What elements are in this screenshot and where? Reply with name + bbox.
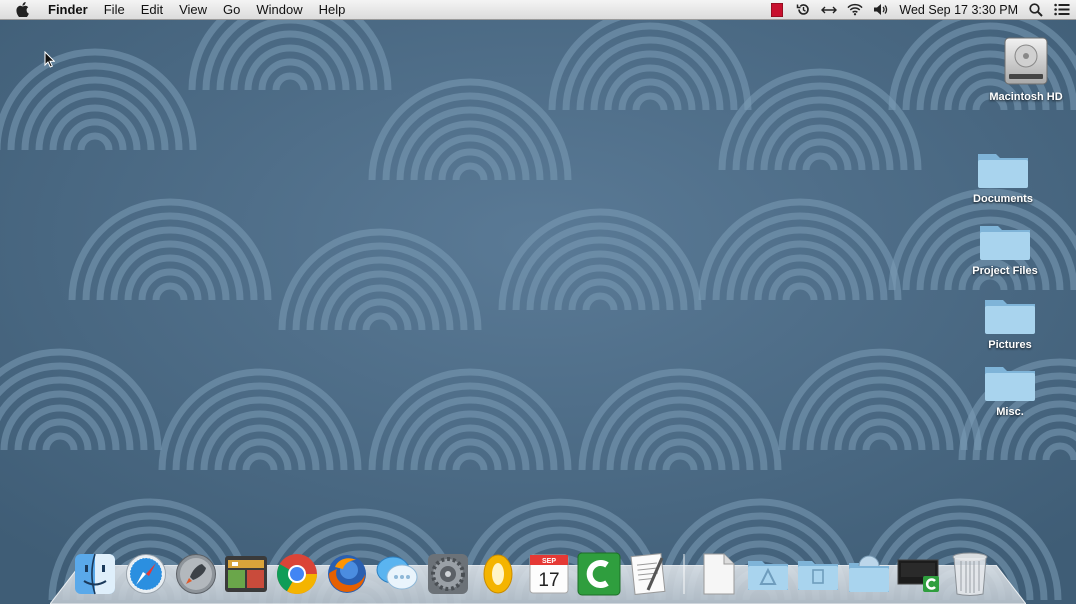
dock-finder-icon[interactable] (73, 550, 117, 598)
dock-launchpad-icon[interactable] (174, 550, 218, 598)
desktop-icon-label: Documents (973, 193, 1033, 205)
wifi-icon[interactable] (847, 2, 864, 18)
notification-center-icon[interactable] (1054, 2, 1070, 18)
folder-icon (978, 154, 1028, 188)
calendar-day-label: 17 (538, 570, 559, 591)
desktop-icon-label: Pictures (988, 339, 1032, 351)
desktop-icon-project-files[interactable]: Project Files (959, 218, 1051, 277)
mouse-pointer-icon (44, 51, 55, 68)
dock-trash-icon[interactable] (948, 550, 992, 598)
dock-documents-folder-icon[interactable] (796, 550, 840, 598)
recording-indicator-icon[interactable] (769, 2, 785, 18)
dock-camtasia-recorder-icon[interactable] (897, 550, 941, 598)
time-machine-icon[interactable] (795, 2, 811, 18)
dock-photo-booth-icon[interactable] (224, 550, 268, 598)
menu-file[interactable]: File (96, 0, 133, 19)
dock-firefox-icon[interactable] (325, 550, 369, 598)
calendar-month-label: SEP (542, 558, 556, 565)
volume-icon[interactable] (873, 2, 889, 18)
apple-menu-icon[interactable] (12, 0, 32, 19)
desktop-icon-label: Project Files (972, 265, 1038, 277)
menubar-clock[interactable]: Wed Sep 17 3:30 PM (899, 3, 1018, 17)
dock-downloads-folder-icon[interactable] (847, 550, 891, 598)
folder-icon (985, 300, 1035, 334)
dock-calendar-icon[interactable]: SEP 17 (527, 550, 571, 598)
menu-window[interactable]: Window (248, 0, 310, 19)
dock-system-preferences-icon[interactable] (426, 550, 470, 598)
dock-safari-icon[interactable] (124, 550, 168, 598)
dock-textedit-icon[interactable] (627, 550, 671, 598)
desktop-icon-label: Misc. (996, 406, 1024, 418)
wallpaper (0, 0, 1076, 604)
dock-messages-icon[interactable] (375, 550, 419, 598)
dock-applications-folder-icon[interactable] (746, 550, 790, 598)
desktop-icon-pictures[interactable]: Pictures (964, 292, 1056, 351)
hard-drive-icon (1004, 37, 1048, 85)
desktop-icon-label: Macintosh HD (989, 91, 1063, 103)
desktop-icon-misc[interactable]: Misc. (964, 359, 1056, 418)
menu-help[interactable]: Help (311, 0, 354, 19)
desktop-icon-documents[interactable]: Documents (957, 146, 1049, 205)
dock-document-icon[interactable] (696, 550, 740, 598)
dock-separator (682, 554, 685, 594)
app-menu-finder[interactable]: Finder (40, 0, 96, 19)
dock-camtasia-icon[interactable] (577, 550, 621, 598)
menu-edit[interactable]: Edit (133, 0, 171, 19)
desktop-icon-macintosh-hd[interactable]: Macintosh HD (980, 34, 1072, 103)
dock: SEP 17 (70, 542, 995, 598)
folder-icon (985, 367, 1035, 401)
desktop[interactable]: Finder File Edit View Go Window Help Wed… (0, 0, 1076, 604)
spotlight-search-icon[interactable] (1028, 2, 1044, 18)
menu-bar: Finder File Edit View Go Window Help Wed… (0, 0, 1076, 20)
menu-go[interactable]: Go (215, 0, 248, 19)
bluetooth-icon[interactable] (821, 2, 838, 18)
menu-view[interactable]: View (171, 0, 215, 19)
dock-chrome-icon[interactable] (275, 550, 319, 598)
folder-icon (980, 226, 1030, 260)
dock-outlook-icon[interactable] (476, 550, 520, 598)
